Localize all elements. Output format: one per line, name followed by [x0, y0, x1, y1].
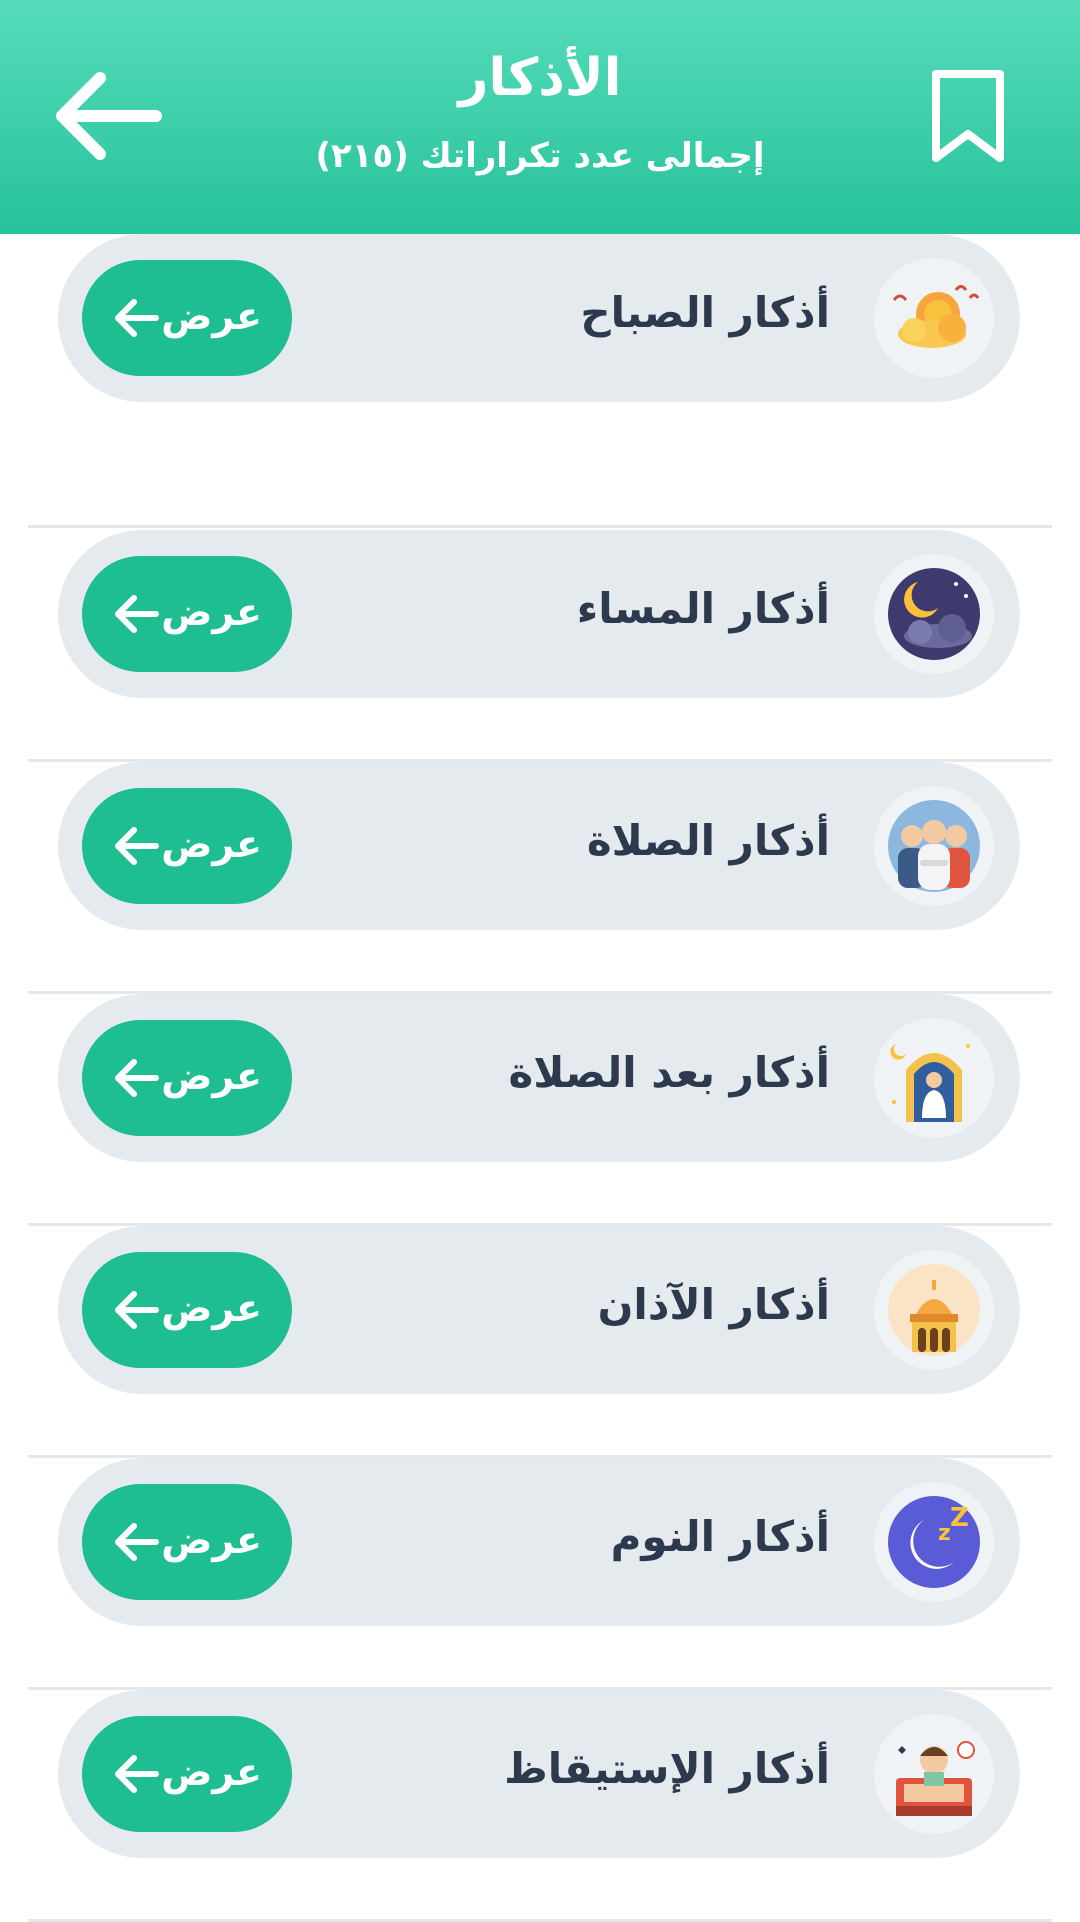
azkar-card-after-prayer[interactable]: أذكار بعد الصلاة عرض	[58, 994, 1020, 1162]
view-button[interactable]: عرض	[82, 788, 292, 904]
evening-moon-cloud-icon	[874, 554, 994, 674]
arrow-left-icon	[56, 72, 162, 160]
arrow-left-icon	[115, 1523, 159, 1561]
list-item: أذكار الآذان عرض	[28, 1226, 1052, 1458]
azkar-card-morning[interactable]: أذكار الصباح عرض	[58, 234, 1020, 402]
view-button-label: عرض	[161, 1518, 262, 1562]
morning-sun-cloud-icon	[874, 258, 994, 378]
sleep-moon-icon: z Z	[874, 1482, 994, 1602]
azkar-card-wake-up[interactable]: أذكار الإستيقاظ عرض	[58, 1690, 1020, 1858]
bookmark-button[interactable]	[928, 68, 1008, 166]
view-button-label: عرض	[161, 294, 262, 338]
azkar-title: أذكار بعد الصلاة	[508, 1048, 830, 1097]
bookmark-icon	[932, 70, 1004, 162]
azkar-card-adhan[interactable]: أذكار الآذان عرض	[58, 1226, 1020, 1394]
view-button-label: عرض	[161, 590, 262, 634]
azkar-card-sleep[interactable]: z Z أذكار النوم عرض	[58, 1458, 1020, 1626]
list-item: أذكار الإستيقاظ عرض	[28, 1690, 1052, 1922]
arrow-left-icon	[115, 299, 159, 337]
total-repetitions-count: إجمالى عدد تكراراتك (٢١٥)	[315, 136, 765, 176]
view-button[interactable]: عرض	[82, 1484, 292, 1600]
back-button[interactable]	[52, 68, 164, 164]
app-header: الأذكار إجمالى عدد تكراراتك (٢١٥)	[0, 0, 1080, 234]
list-item: أذكار المساء عرض	[28, 530, 1052, 762]
arrow-left-icon	[115, 1755, 159, 1793]
view-button-label: عرض	[161, 1054, 262, 1098]
divider	[28, 525, 1052, 528]
azkar-title: أذكار المساء	[576, 584, 830, 633]
list-item: أذكار الصلاة عرض	[28, 762, 1052, 994]
azkar-card-prayer[interactable]: أذكار الصلاة عرض	[58, 762, 1020, 930]
prayer-people-icon	[874, 786, 994, 906]
view-button[interactable]: عرض	[82, 556, 292, 672]
view-button-label: عرض	[161, 1750, 262, 1794]
list-item: z Z أذكار النوم عرض	[28, 1458, 1052, 1690]
praying-man-mosque-icon	[874, 1018, 994, 1138]
page-title: الأذكار	[458, 48, 622, 108]
wake-up-bed-icon	[874, 1714, 994, 1834]
arrow-left-icon	[115, 595, 159, 633]
list-item: أذكار الصباح عرض	[28, 234, 1052, 528]
svg-text:Z: Z	[950, 1503, 969, 1533]
azkar-title: أذكار النوم	[610, 1512, 830, 1561]
view-button[interactable]: عرض	[82, 1020, 292, 1136]
list-item: أذكار بعد الصلاة عرض	[28, 994, 1052, 1226]
azkar-title: أذكار الآذان	[597, 1280, 830, 1329]
view-button[interactable]: عرض	[82, 260, 292, 376]
view-button[interactable]: عرض	[82, 1252, 292, 1368]
view-button-label: عرض	[161, 1286, 262, 1330]
arrow-left-icon	[115, 1291, 159, 1329]
view-button-label: عرض	[161, 822, 262, 866]
arrow-left-icon	[115, 1059, 159, 1097]
azkar-title: أذكار الصباح	[580, 288, 830, 337]
azkar-card-evening[interactable]: أذكار المساء عرض	[58, 530, 1020, 698]
arrow-left-icon	[115, 827, 159, 865]
view-button[interactable]: عرض	[82, 1716, 292, 1832]
svg-text:z: z	[938, 1521, 951, 1546]
azkar-title: أذكار الإستيقاظ	[504, 1744, 830, 1793]
azkar-title: أذكار الصلاة	[586, 816, 830, 865]
mosque-dome-icon	[874, 1250, 994, 1370]
